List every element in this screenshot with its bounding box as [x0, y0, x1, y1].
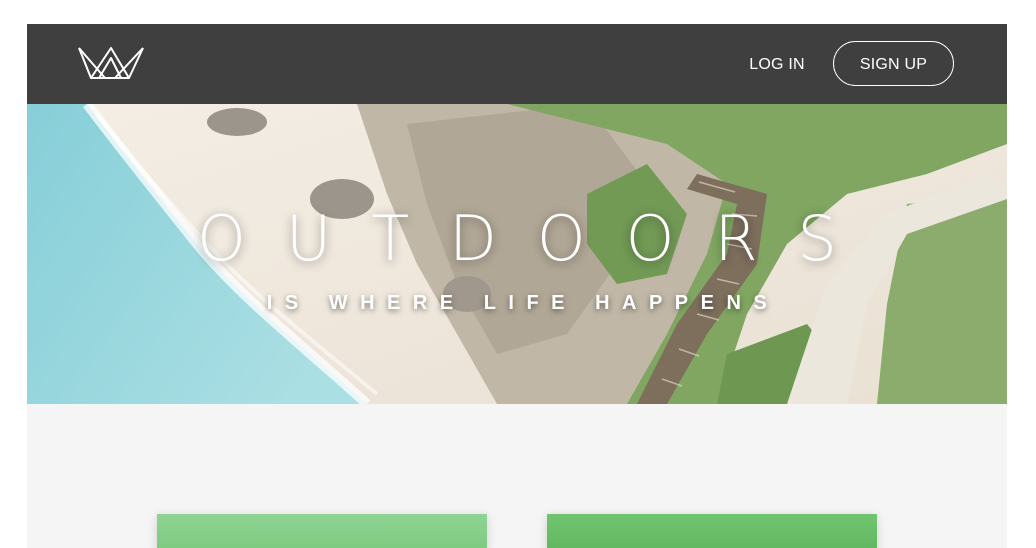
hero-subtitle: IS WHERE LIFE HAPPENS [266, 292, 780, 314]
hero-banner: OUTDOORS IS WHERE LIFE HAPPENS [27, 104, 1007, 404]
login-button[interactable]: LOG IN [741, 54, 813, 76]
feature-card-image[interactable] [157, 514, 487, 548]
hero-title: OUTDOORS [197, 202, 877, 275]
navbar: LOG IN SIGN UP [27, 24, 1007, 104]
signup-button[interactable]: SIGN UP [833, 41, 954, 86]
page-frame: LOG IN SIGN UP OUTDOORS IS WHERE LIFE HA… [27, 24, 1007, 548]
crown-logo-icon[interactable] [77, 44, 145, 82]
feature-card-image[interactable] [547, 514, 877, 548]
